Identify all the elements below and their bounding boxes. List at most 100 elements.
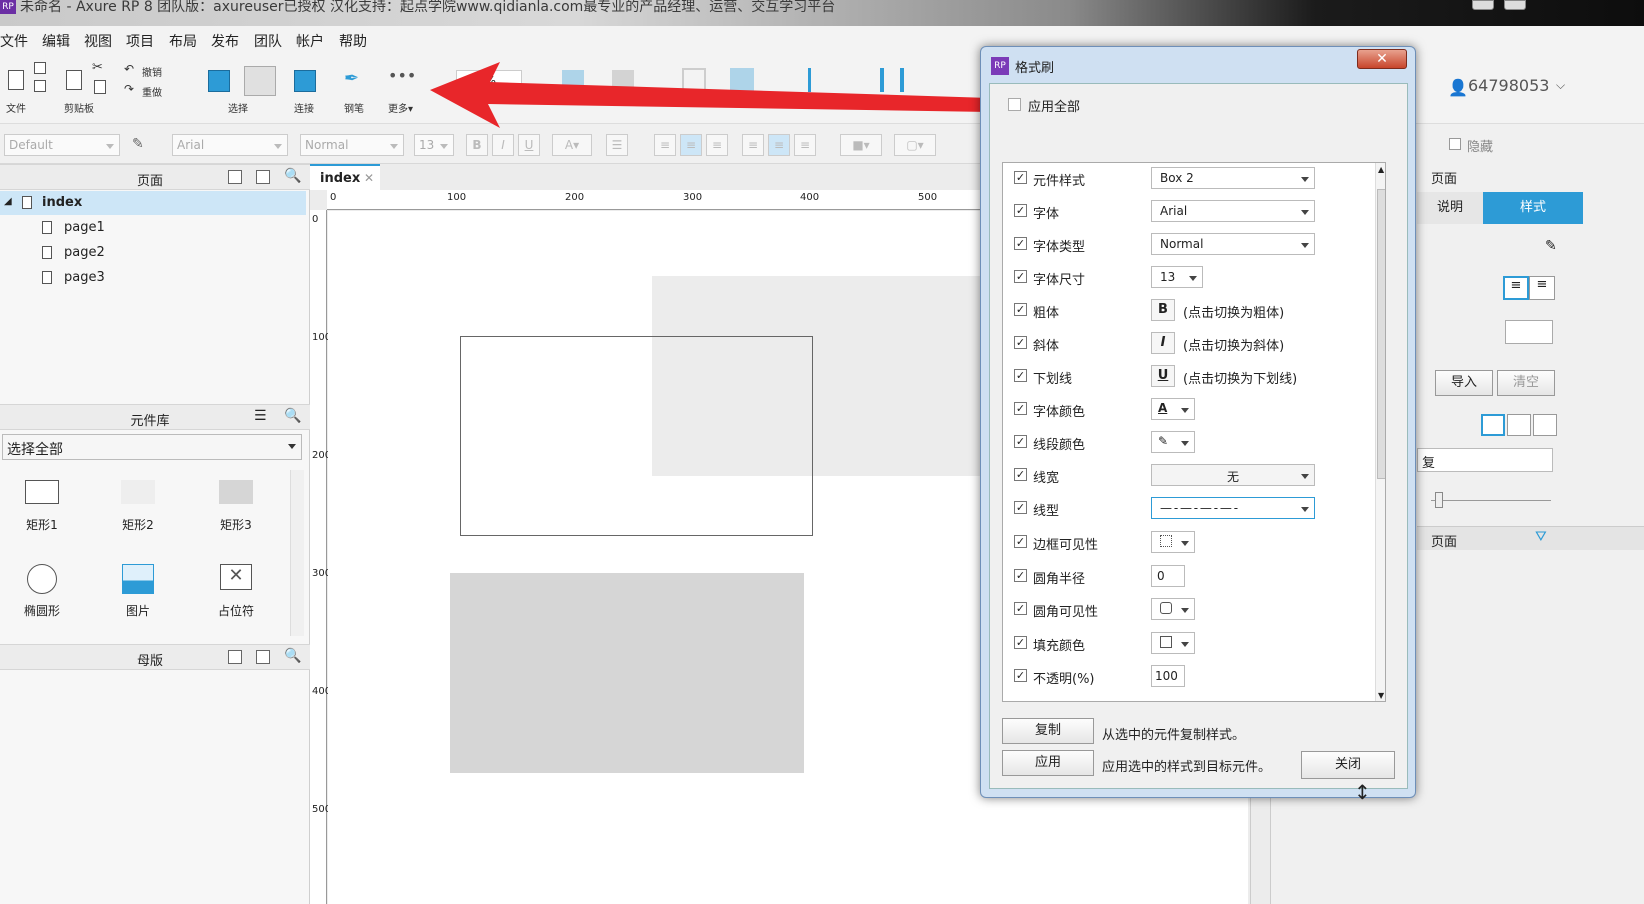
font-color-checkbox[interactable]: ✓ [1014,402,1027,415]
library-scrollbar[interactable] [290,470,304,636]
font-color-picker[interactable]: A [1151,398,1195,420]
add-master-folder-icon[interactable] [256,650,270,664]
text-align-right-icon[interactable]: ≡ [1529,276,1555,300]
italic-checkbox[interactable]: ✓ [1014,336,1027,349]
line-width-select[interactable]: 无 [1151,464,1315,486]
widget-rect2[interactable]: 矩形2 [116,480,160,533]
font-checkbox[interactable]: ✓ [1014,204,1027,217]
valign-top-icon[interactable]: ≡ [742,134,764,156]
redo-icon[interactable]: ↷ [124,82,134,96]
close-button[interactable]: 关闭 [1301,751,1395,779]
border-visibility-checkbox[interactable]: ✓ [1014,535,1027,548]
add-page-icon[interactable] [228,170,242,184]
menu-project[interactable]: 项目 [126,31,154,51]
page-item-page2[interactable]: page2 [0,241,306,265]
font-color-button[interactable]: A▾ [552,134,592,156]
library-filter-chevron-icon[interactable] [288,444,296,449]
search-masters-icon[interactable]: 🔍 [284,648,301,664]
page-item-index[interactable]: ◢ index [0,191,306,215]
opacity-checkbox[interactable]: ✓ [1014,669,1027,682]
fit-option-icon[interactable] [1533,414,1557,436]
widget-ellipse[interactable]: 椭圆形 [18,564,66,619]
menu-publish[interactable]: 发布 [211,31,239,51]
more-button[interactable]: 更多▾ [388,100,413,115]
user-chevron-down-icon[interactable]: ⌵ [1556,78,1565,93]
new-file-icon[interactable] [8,70,24,90]
line-type-select[interactable]: — - — - — - — - [1151,497,1315,519]
fill-color-picker[interactable] [1151,632,1195,654]
text-align-left-icon[interactable]: ≡ [1503,276,1529,300]
user-id[interactable]: 64798053 [1468,76,1549,95]
clear-button[interactable]: 清空 [1497,370,1555,396]
apply-button[interactable]: 应用 [1002,750,1094,776]
widget-rect1[interactable]: 矩形1 [20,480,64,533]
menu-edit[interactable]: 编辑 [42,31,70,51]
line-width-checkbox[interactable]: ✓ [1014,468,1027,481]
menu-team[interactable]: 团队 [254,31,282,51]
import-button[interactable]: 导入 [1435,370,1493,396]
copy-button[interactable]: 复制 [1002,718,1094,744]
fit-option-icon[interactable] [1481,414,1505,436]
save-icon[interactable] [34,62,46,74]
line-color-picker[interactable]: ✎ [1151,431,1195,453]
widget-image[interactable]: 图片 [116,564,160,619]
more-icon[interactable]: ••• [388,66,416,85]
menu-file[interactable]: 文件 [0,31,28,51]
page-item-page3[interactable]: page3 [0,266,306,290]
undo-button[interactable]: 撤销 [142,64,162,79]
line-type-checkbox[interactable]: ✓ [1014,501,1027,514]
corner-radius-input[interactable]: 0 [1151,565,1185,587]
italic-button[interactable]: I [492,134,514,156]
canvas-box-gray[interactable] [450,573,804,773]
tab-index[interactable]: index ✕ [310,164,380,190]
widget-style-select[interactable]: Box 2 [1151,167,1315,189]
add-master-icon[interactable] [228,650,242,664]
menu-layout[interactable]: 布局 [169,31,197,51]
library-filter-select[interactable]: 选择全部 [2,434,302,460]
style-edit-icon[interactable]: ✎ [132,136,144,152]
bold-checkbox[interactable]: ✓ [1014,303,1027,316]
bullet-list-icon[interactable]: ☰ [606,134,628,156]
library-menu-icon[interactable]: ☰ [254,408,267,424]
align-left-icon[interactable]: ≡ [654,134,676,156]
tab-notes[interactable]: 说明 [1417,192,1483,224]
search-pages-icon[interactable]: 🔍 [284,168,301,184]
select-contained-icon[interactable] [244,66,276,96]
valign-bottom-icon[interactable]: ≡ [794,134,816,156]
select-tool-icon[interactable] [208,70,230,92]
search-library-icon[interactable]: 🔍 [284,408,301,424]
undo-icon[interactable]: ↶ [124,62,134,76]
border-visibility-picker[interactable] [1151,531,1195,553]
font-select[interactable]: Arial [1151,200,1315,222]
widget-style-checkbox[interactable]: ✓ [1014,171,1027,184]
corner-radius-checkbox[interactable]: ✓ [1014,569,1027,582]
opacity-slider-thumb[interactable] [1435,492,1443,508]
font-select[interactable]: Arial [172,134,288,156]
fill-color-checkbox[interactable]: ✓ [1014,636,1027,649]
underline-checkbox[interactable]: ✓ [1014,369,1027,382]
font-type-select[interactable]: Normal [1151,233,1315,255]
widget-placeholder[interactable]: ✕ 占位符 [212,564,260,619]
shadow-button[interactable]: ▢▾ [894,134,936,156]
font-type-select[interactable]: Normal [300,134,404,156]
line-color-checkbox[interactable]: ✓ [1014,435,1027,448]
font-size-select[interactable]: 13 [414,134,454,156]
opacity-slider[interactable] [1431,500,1551,501]
corner-visibility-picker[interactable] [1151,598,1195,620]
opacity-input[interactable]: 100 [1151,665,1185,687]
underline-button[interactable]: U [518,134,540,156]
style-select[interactable]: Default [4,134,120,156]
bold-toggle-button[interactable]: B [1151,299,1175,321]
add-folder-icon[interactable] [256,170,270,184]
fit-option-icon[interactable] [1507,414,1531,436]
open-folder-icon[interactable] [34,80,46,92]
redo-button[interactable]: 重做 [142,84,162,99]
align-center-icon[interactable]: ≡ [680,134,702,156]
paste-icon[interactable] [66,70,82,90]
bold-button[interactable]: B [466,134,488,156]
dialog-close-icon[interactable]: ✕ [1357,49,1407,69]
tab-close-icon[interactable]: ✕ [364,171,374,185]
expand-triangle-icon[interactable]: ◢ [4,196,12,207]
valign-middle-icon[interactable]: ≡ [768,134,790,156]
scrollbar-thumb[interactable] [1377,189,1385,479]
